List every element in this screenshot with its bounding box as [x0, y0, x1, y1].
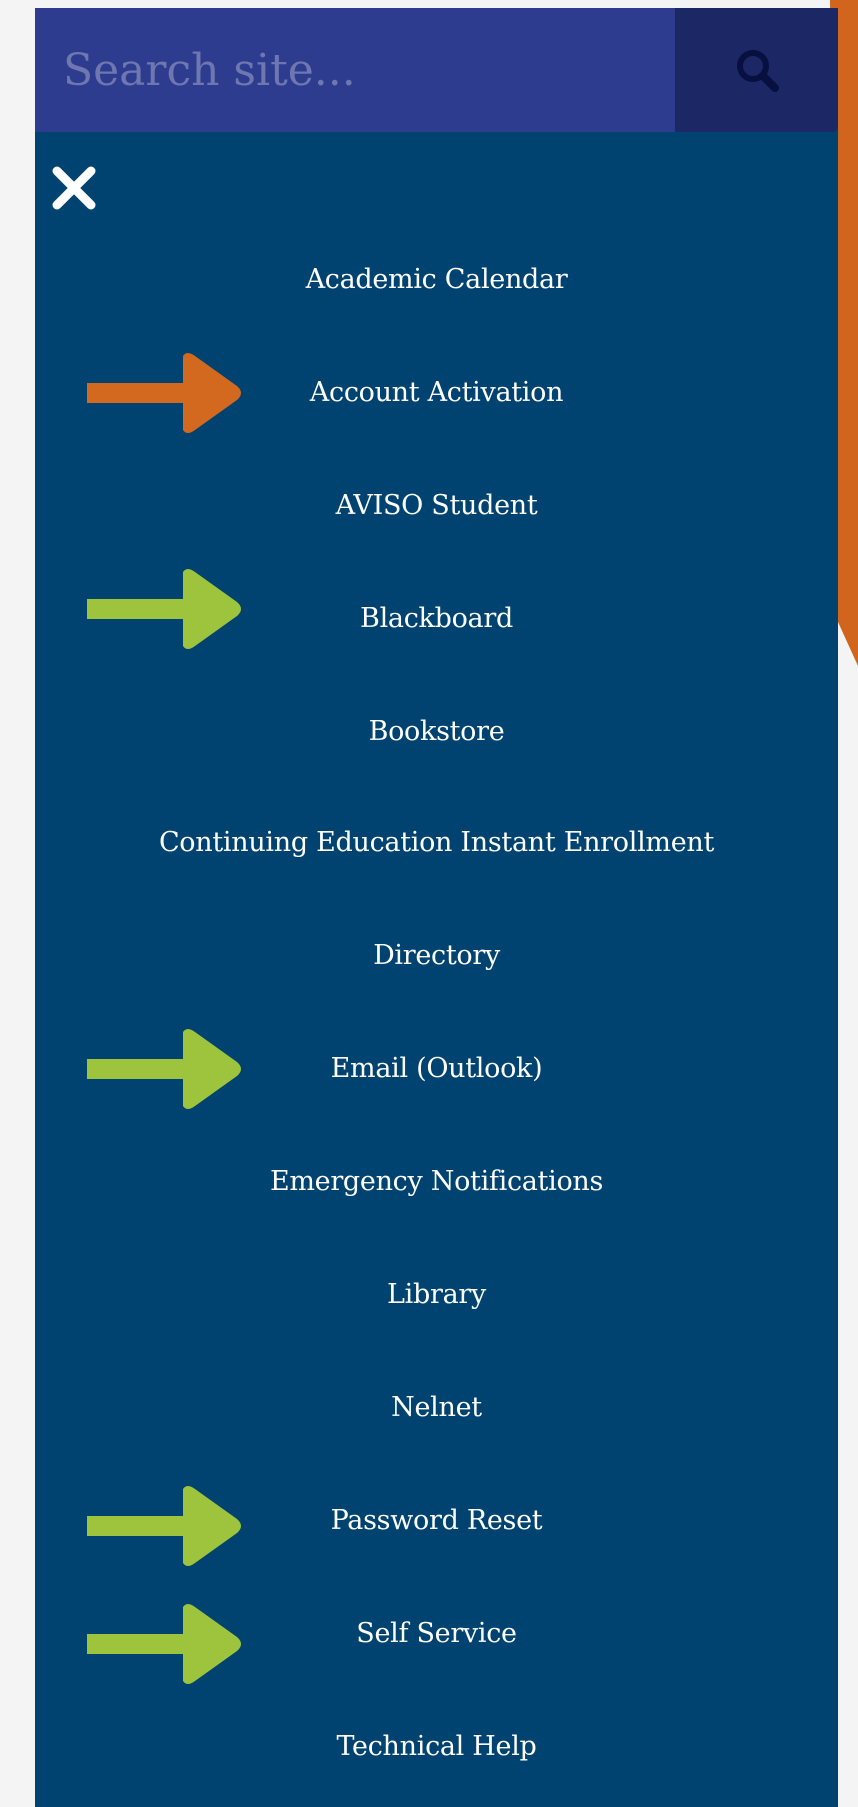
green-arrow-icon	[87, 1486, 241, 1566]
green-arrow-icon	[87, 1029, 241, 1109]
menu-item-nelnet[interactable]: Nelnet	[35, 1377, 838, 1437]
navigation-panel: Academic Calendar Account Activation AVI…	[35, 8, 838, 1807]
green-arrow-icon	[87, 1604, 241, 1684]
menu-item-aviso-student[interactable]: AVISO Student	[35, 475, 838, 535]
orange-arrow-icon	[87, 353, 241, 433]
menu-item-bookstore[interactable]: Bookstore	[35, 701, 838, 761]
search-button[interactable]	[675, 8, 838, 132]
menu-item-directory[interactable]: Directory	[35, 925, 838, 985]
search-icon	[736, 50, 779, 92]
menu-item-library[interactable]: Library	[35, 1264, 838, 1324]
search-input[interactable]	[35, 8, 675, 132]
search-bar	[35, 8, 838, 132]
menu-item-emergency-notifications[interactable]: Emergency Notifications	[35, 1151, 838, 1211]
menu-item-technical-help[interactable]: Technical Help	[35, 1716, 838, 1776]
close-button[interactable]	[49, 163, 99, 213]
green-arrow-icon	[87, 569, 241, 649]
menu-item-academic-calendar[interactable]: Academic Calendar	[35, 249, 838, 309]
menu-item-continuing-education[interactable]: Continuing Education Instant Enrollment	[35, 812, 838, 872]
close-icon	[52, 166, 96, 210]
